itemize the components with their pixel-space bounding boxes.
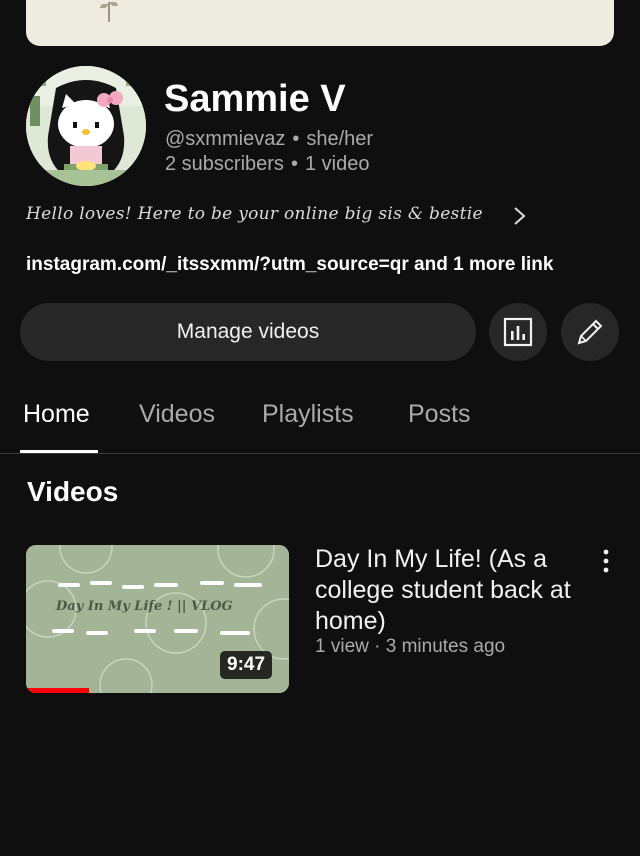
- channel-handle: @sxmmievaz: [165, 128, 286, 150]
- subscriber-count: 2 subscribers: [165, 153, 284, 175]
- video-views: 1 view: [315, 636, 369, 657]
- video-count: 1 video: [304, 153, 370, 175]
- edit-channel-button[interactable]: [561, 303, 619, 361]
- video-thumbnail[interactable]: Day In My Life ! || VLOG 9:47: [26, 545, 289, 693]
- manage-videos-button[interactable]: Manage videos: [20, 303, 476, 361]
- pencil-icon: [577, 319, 603, 345]
- analytics-button[interactable]: [489, 303, 547, 361]
- separator-dot: •: [290, 153, 298, 175]
- video-duration-badge: 9:47: [220, 651, 273, 679]
- hello-kitty-avatar-image: [26, 66, 146, 186]
- tabs-divider: [0, 453, 640, 454]
- tab-videos[interactable]: Videos: [139, 400, 215, 429]
- tab-home[interactable]: Home: [23, 400, 90, 429]
- channel-avatar[interactable]: [26, 66, 146, 186]
- tab-posts[interactable]: Posts: [408, 400, 471, 429]
- video-meta: 1 view · 3 minutes ago: [315, 636, 505, 658]
- channel-stats-line: 2 subscribers • 1 video: [165, 153, 369, 176]
- banner-sprig-decoration: [100, 2, 118, 22]
- meta-separator: ·: [374, 636, 381, 657]
- more-options-icon[interactable]: [596, 548, 616, 574]
- analytics-icon: [503, 317, 533, 347]
- channel-name: Sammie V: [164, 78, 346, 120]
- chevron-right-icon[interactable]: [510, 205, 530, 227]
- watch-progress-bar: [26, 688, 90, 693]
- channel-description[interactable]: Hello loves! Here to be your online big …: [26, 204, 483, 224]
- channel-handle-line: @sxmmievaz • she/her: [165, 128, 373, 151]
- video-age: 3 minutes ago: [385, 636, 506, 657]
- tab-playlists[interactable]: Playlists: [262, 400, 354, 429]
- videos-section-title: Videos: [27, 476, 119, 507]
- video-title[interactable]: Day In My Life! (As a college student ba…: [315, 544, 585, 637]
- channel-tabs: Home Videos Playlists Posts: [0, 380, 640, 454]
- separator-dot: •: [292, 128, 300, 150]
- channel-pronouns: she/her: [306, 128, 374, 150]
- channel-banner: [26, 0, 614, 46]
- thumbnail-title-text: Day In My Life ! || VLOG: [56, 599, 233, 614]
- channel-link[interactable]: instagram.com/_itssxmm/?utm_source=qr an…: [26, 254, 553, 276]
